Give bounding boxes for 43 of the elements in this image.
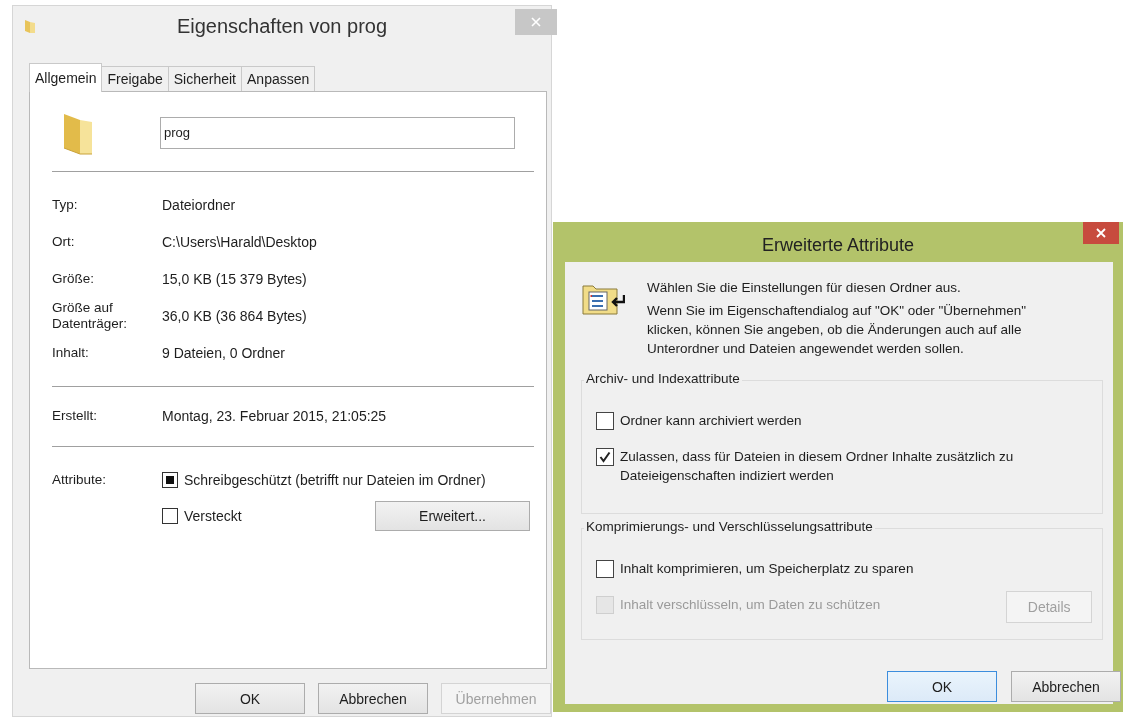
- tab[interactable]: Allgemein: [29, 63, 103, 92]
- checkbox[interactable]: [596, 448, 614, 466]
- field-label: Attribute:: [52, 471, 108, 488]
- field-label: Größe auf Datenträger:: [52, 300, 129, 331]
- checkbox-label: Zulassen, dass für Dateien in diesem Ordner Inhalte zusätzlich zu Dateieigenschaften indiziert werden: [620, 448, 1015, 485]
- checkbox-label: Versteckt: [184, 508, 242, 524]
- window-title: Eigenschaften von prog: [176, 14, 388, 38]
- tab[interactable]: Anpassen: [241, 66, 316, 91]
- dialog-button[interactable]: Abbrechen: [1011, 671, 1121, 702]
- checkbox-label: Ordner kann archiviert werden: [620, 412, 803, 430]
- field-label: Größe:: [52, 270, 95, 287]
- field-label: Erstellt:: [52, 408, 98, 424]
- field-value: C:\Users\Harald\Desktop: [162, 233, 317, 250]
- field-value: Montag, 23. Februar 2015, 21:05:25: [162, 408, 387, 424]
- window-title: Erweiterte Attribute: [761, 233, 915, 256]
- checkbox-label: Inhalt verschlüsseln, um Daten zu schützen: [620, 596, 882, 614]
- checkbox-label: Inhalt komprimieren, um Speicherplatz zu sparen: [620, 560, 915, 578]
- checkbox[interactable]: [596, 560, 614, 578]
- checkbox-label: Schreibgeschützt (betrifft nur Dateien im Ordner): [184, 472, 486, 488]
- close-icon: [1096, 228, 1106, 238]
- dialog-button[interactable]: OK: [195, 683, 305, 714]
- dialog-button[interactable]: Abbrechen: [318, 683, 428, 714]
- group-title: Komprimierungs- und Verschlüsselungsattribute: [584, 519, 875, 534]
- checkbox[interactable]: [162, 508, 178, 524]
- field-value: 36,0 KB (36 864 Bytes): [162, 307, 307, 324]
- field-value: 15,0 KB (15 379 Bytes): [162, 270, 307, 287]
- field-value: Dateiordner: [162, 196, 236, 213]
- name-field[interactable]: prog: [160, 117, 515, 149]
- field-label: Typ:: [52, 196, 79, 213]
- dialog-button[interactable]: OK: [887, 671, 997, 702]
- description-text: Wenn Sie im Eigenschaftendialog auf "OK" oder "Übernehmen" klicken, können Sie angeben, ob die Änderungen auch auf alle Unterordner und Dateien angewendet werden sollen.: [647, 302, 1028, 358]
- field-value: 9 Dateien, 0 Ordner: [162, 344, 285, 361]
- group-title: Archiv- und Indexattribute: [584, 371, 742, 386]
- checkbox[interactable]: [596, 412, 614, 430]
- intro-text: Wählen Sie die Einstellungen für diesen Ordner aus.: [647, 280, 962, 295]
- field-label: Inhalt:: [52, 344, 90, 361]
- advanced-button[interactable]: Erweitert...: [375, 501, 530, 531]
- folder-list-icon: [581, 282, 625, 316]
- folder-icon: [23, 18, 37, 34]
- field-label: Ort:: [52, 233, 76, 250]
- close-icon: [531, 17, 541, 27]
- checkbox[interactable]: [162, 472, 178, 488]
- close-button[interactable]: [1083, 222, 1119, 244]
